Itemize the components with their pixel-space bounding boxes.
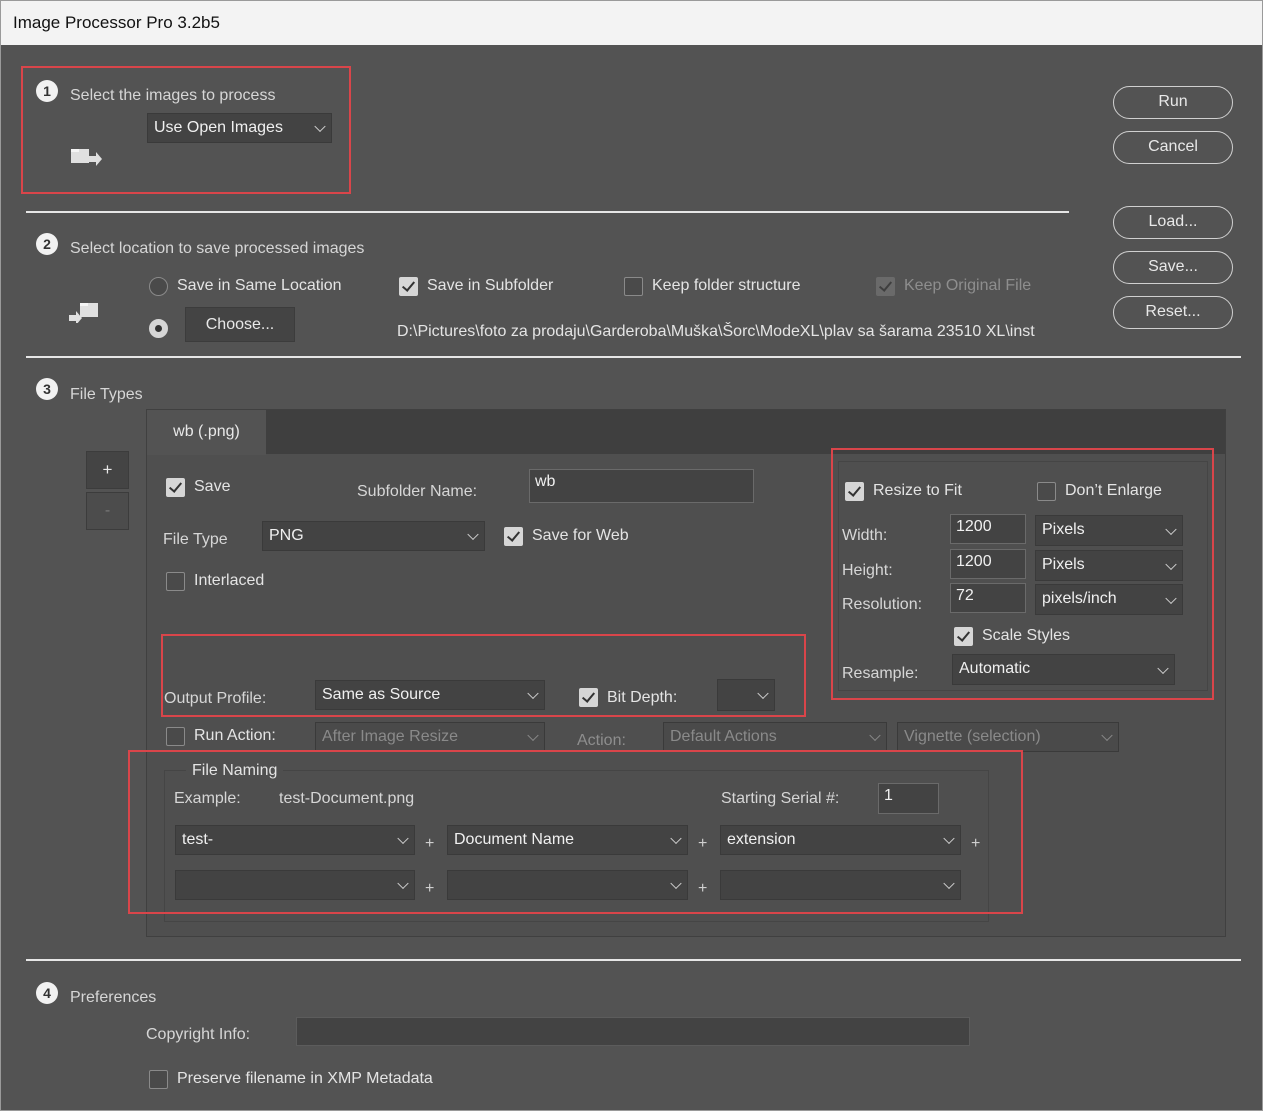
tab-wb-png[interactable]: wb (.png) (147, 410, 266, 455)
step-2-badge: 2 (36, 233, 58, 255)
highlight-box-resize (831, 448, 1214, 700)
chevron-down-icon (467, 528, 479, 541)
action-select[interactable]: Vignette (selection) (897, 722, 1119, 752)
preserve-filename-label: Preserve filename in XMP Metadata (177, 1070, 433, 1087)
dialog-window: Image Processor Pro 3.2b5 1 Select the i… (0, 0, 1263, 1111)
section-2-title: Select location to save processed images (70, 240, 365, 257)
interlaced-label: Interlaced (194, 572, 265, 589)
keep-original-file-checkbox[interactable] (876, 277, 895, 296)
reset-button[interactable]: Reset... (1113, 296, 1233, 329)
preserve-filename-checkbox[interactable] (149, 1070, 168, 1089)
section-4-title: Preferences (70, 989, 157, 1006)
save-for-web-label: Save for Web (532, 527, 629, 544)
action-value: Vignette (selection) (904, 728, 1041, 745)
divider (26, 211, 1069, 213)
choose-folder-button[interactable]: Choose... (185, 307, 295, 342)
save-checkbox[interactable] (166, 478, 185, 497)
divider (26, 959, 1241, 961)
run-action-timing-value: After Image Resize (322, 728, 459, 745)
action-set-select[interactable]: Default Actions (663, 722, 887, 752)
keep-folder-structure-label: Keep folder structure (652, 277, 801, 294)
action-set-value: Default Actions (670, 728, 777, 745)
keep-folder-structure-checkbox[interactable] (624, 277, 643, 296)
run-action-checkbox[interactable] (166, 727, 185, 746)
window-title: Image Processor Pro 3.2b5 (1, 1, 1262, 45)
save-location-icon (69, 303, 98, 323)
add-file-type-button[interactable]: + (86, 451, 129, 489)
chevron-down-icon (869, 729, 881, 742)
chevron-down-icon (1101, 729, 1113, 742)
subfolder-name-label: Subfolder Name: (357, 483, 478, 500)
save-settings-button[interactable]: Save... (1113, 251, 1233, 284)
load-button[interactable]: Load... (1113, 206, 1233, 239)
action-label: Action: (577, 732, 626, 749)
run-action-label: Run Action: (194, 727, 276, 744)
highlight-box-source (21, 66, 351, 194)
divider (26, 356, 1241, 358)
step-3-badge: 3 (36, 378, 58, 400)
destination-path: D:\Pictures\foto za prodaju\Garderoba\Mu… (397, 323, 1035, 340)
save-label: Save (194, 478, 231, 495)
keep-original-file-label: Keep Original File (904, 277, 1032, 294)
run-button[interactable]: Run (1113, 86, 1233, 119)
save-in-subfolder-checkbox[interactable] (399, 277, 418, 296)
chevron-down-icon (527, 729, 539, 742)
save-for-web-checkbox[interactable] (504, 527, 523, 546)
save-same-location-radio[interactable] (149, 277, 168, 296)
interlaced-checkbox[interactable] (166, 572, 185, 591)
section-3-title: File Types (70, 386, 143, 403)
highlight-box-file-naming (128, 750, 1023, 914)
save-same-location-label: Save in Same Location (177, 277, 342, 294)
file-type-label: File Type (163, 531, 228, 548)
highlight-box-output-profile (161, 634, 806, 717)
cancel-button[interactable]: Cancel (1113, 131, 1233, 164)
file-type-value: PNG (269, 527, 304, 544)
step-4-badge: 4 (36, 982, 58, 1004)
choose-folder-radio[interactable] (149, 319, 168, 338)
subfolder-name-input[interactable]: wb (529, 469, 754, 503)
copyright-input[interactable] (296, 1017, 970, 1046)
save-in-subfolder-label: Save in Subfolder (427, 277, 554, 294)
remove-file-type-button[interactable]: - (86, 492, 129, 530)
run-action-timing-select[interactable]: After Image Resize (315, 722, 545, 752)
copyright-label: Copyright Info: (146, 1026, 251, 1043)
file-type-select[interactable]: PNG (262, 521, 485, 551)
